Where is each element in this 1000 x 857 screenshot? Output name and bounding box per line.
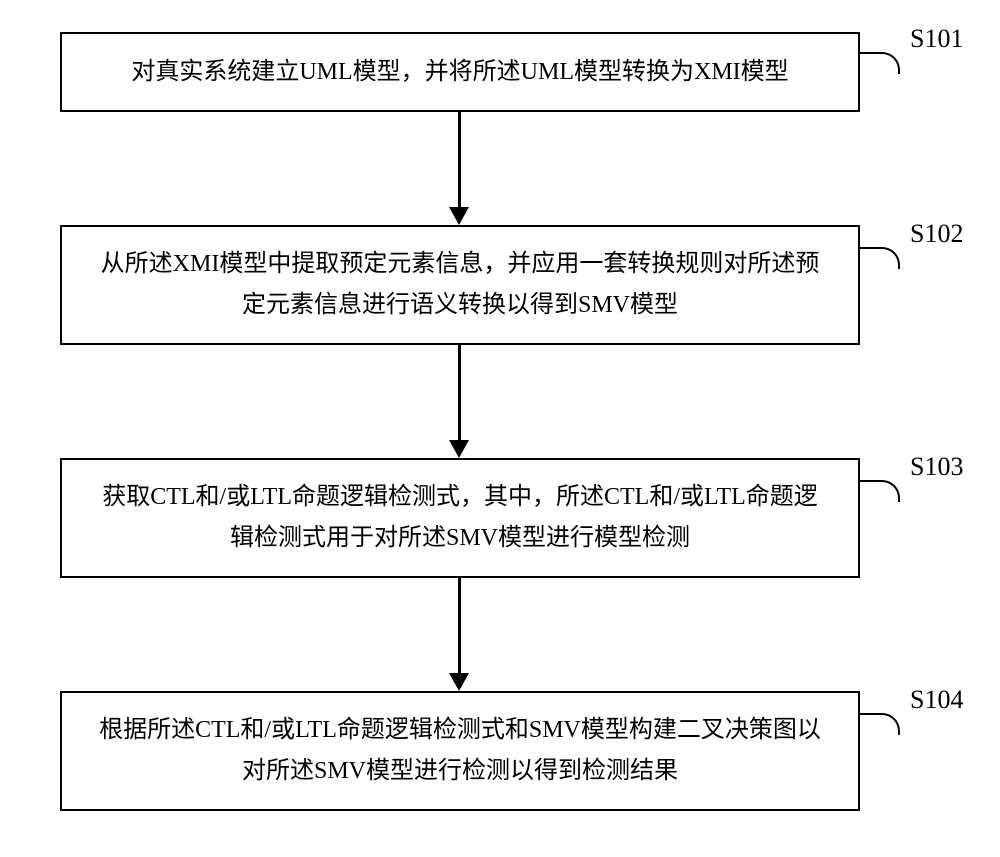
arrow-1-head — [449, 207, 469, 225]
flow-step-text: 获取CTL和/或LTL命题逻辑检测式，其中，所述CTL和/或LTL命题逻辑检测式… — [92, 477, 828, 559]
flowchart: 对真实系统建立UML模型，并将所述UML模型转换为XMI模型 S101 从所述X… — [60, 32, 940, 811]
flow-step-label: S102 — [910, 219, 963, 249]
label-connector-3 — [860, 480, 900, 502]
flow-step-label: S104 — [910, 685, 963, 715]
flow-step-label: S101 — [910, 24, 963, 54]
flow-step-text: 从所述XMI模型中提取预定元素信息，并应用一套转换规则对所述预定元素信息进行语义… — [92, 244, 828, 326]
flow-step-text: 根据所述CTL和/或LTL命题逻辑检测式和SMV模型构建二叉决策图以对所述SMV… — [92, 710, 828, 792]
arrow-2-head — [449, 440, 469, 458]
flow-step-4: 根据所述CTL和/或LTL命题逻辑检测式和SMV模型构建二叉决策图以对所述SMV… — [60, 691, 860, 811]
label-connector-2 — [860, 247, 900, 269]
flow-step-1: 对真实系统建立UML模型，并将所述UML模型转换为XMI模型 — [60, 32, 860, 112]
flow-step-label: S103 — [910, 452, 963, 482]
arrow-3-stem — [458, 578, 461, 673]
label-connector-1 — [860, 52, 900, 74]
arrow-1-stem — [458, 112, 461, 207]
flow-step-3: 获取CTL和/或LTL命题逻辑检测式，其中，所述CTL和/或LTL命题逻辑检测式… — [60, 458, 860, 578]
arrow-2-stem — [458, 345, 461, 440]
arrow-3-head — [449, 673, 469, 691]
flow-step-text: 对真实系统建立UML模型，并将所述UML模型转换为XMI模型 — [131, 52, 788, 93]
label-connector-4 — [860, 713, 900, 735]
flow-step-2: 从所述XMI模型中提取预定元素信息，并应用一套转换规则对所述预定元素信息进行语义… — [60, 225, 860, 345]
